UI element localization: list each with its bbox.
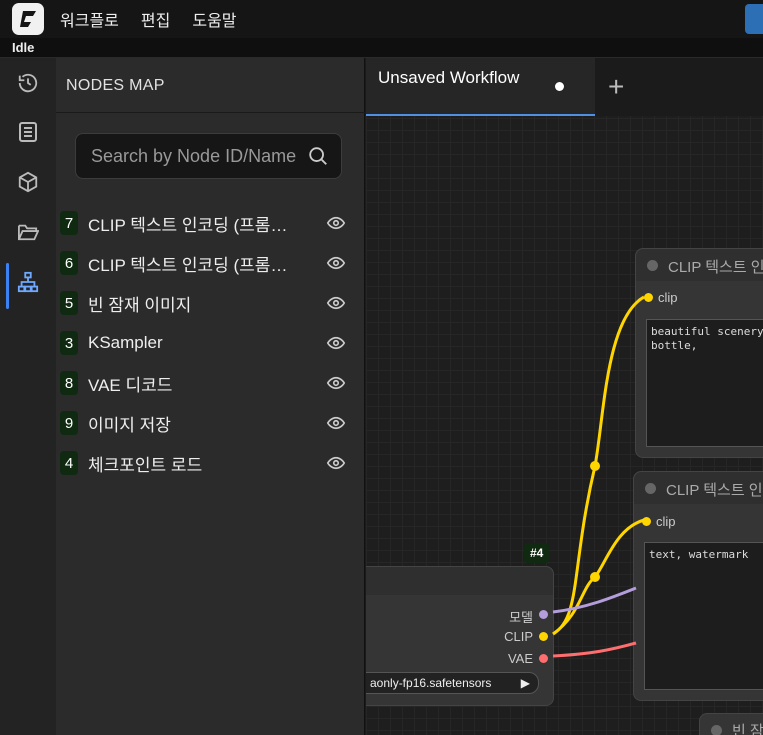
node-label: CLIP 텍스트 인코딩 (프롬프트) [88,215,298,235]
vae-link[interactable] [552,641,637,658]
panel-title: NODES MAP [66,77,165,94]
sidebar-item-node-library[interactable] [0,159,56,205]
list-item[interactable]: 9 이미지 저장 [56,403,365,443]
list-item[interactable]: 4 체크포인트 로드 [56,443,365,483]
eye-icon[interactable] [327,215,345,231]
queue-button[interactable] [745,4,763,34]
folder-open-icon [18,224,39,241]
eye-icon[interactable] [327,255,345,271]
link-midpoint-icon[interactable] [590,461,600,471]
node-id-badge: 6 [60,251,78,275]
node-label: 이미지 저장 [88,415,171,435]
node-id-badge: 5 [60,291,78,315]
eye-icon[interactable] [327,295,345,311]
sidebar-item-queue[interactable] [0,109,56,155]
node-id-badge: 4 [60,451,78,475]
node-search-box [75,133,342,179]
sidebar-rail [0,58,56,735]
list-item[interactable]: 6 CLIP 텍스트 인코딩 (프롬프트) [56,243,365,283]
sidebar-item-history[interactable] [0,60,56,106]
graph-canvas[interactable]: Unsaved Workflow + CLIP 텍스트 인코딩 clip bea… [366,58,763,735]
sitemap-icon [17,271,39,293]
sidebar-item-nodes-map[interactable] [0,259,56,309]
list-item[interactable]: 8 VAE 디코드 [56,363,365,403]
status-bar: Idle [0,38,763,58]
eye-icon[interactable] [327,335,345,351]
menu-edit[interactable]: 편집 [141,7,170,31]
node-label: KSampler [88,333,163,352]
panel-divider [56,112,365,113]
history-icon [18,73,38,93]
node-id-badge: 9 [60,411,78,435]
app-logo-icon[interactable] [12,3,44,35]
node-id-badge: 3 [60,331,78,355]
menu-help[interactable]: 도움말 [192,7,236,31]
eye-icon[interactable] [327,375,345,391]
search-icon[interactable] [307,145,329,167]
model-link[interactable] [552,586,637,614]
node-id-badge: 8 [60,371,78,395]
node-links [552,295,645,658]
node-list: 7 CLIP 텍스트 인코딩 (프롬프트) 6 CLIP 텍스트 인코딩 (프롬… [56,203,365,483]
cube-icon [18,171,38,193]
eye-icon[interactable] [327,455,345,471]
list-item[interactable]: 3 KSampler [56,323,365,363]
app-root: 워크플로 편집 도움말 Idle NODES MAP Search by Nod… [0,0,763,735]
node-label: 체크포인트 로드 [88,455,203,475]
node-id-badge: 7 [60,211,78,235]
menu-workflow[interactable]: 워크플로 [60,7,119,31]
eye-icon[interactable] [327,415,345,431]
document-icon [19,122,37,142]
node-label: 빈 잠재 이미지 [88,295,192,315]
nodes-map-panel: NODES MAP 7 CLIP 텍스트 인코딩 (프롬프트) 6 CLIP 텍… [56,58,365,735]
menu-bar: 워크플로 편집 도움말 [0,0,763,38]
list-item[interactable]: 5 빈 잠재 이미지 [56,283,365,323]
link-midpoint-icon[interactable] [590,572,600,582]
sidebar-item-workflows[interactable] [0,209,56,255]
list-item[interactable]: 7 CLIP 텍스트 인코딩 (프롬프트) [56,203,365,243]
node-label: VAE 디코드 [88,375,173,395]
node-label: CLIP 텍스트 인코딩 (프롬프트) [88,255,298,275]
status-text: Idle [12,40,35,55]
search-input[interactable] [91,145,311,167]
